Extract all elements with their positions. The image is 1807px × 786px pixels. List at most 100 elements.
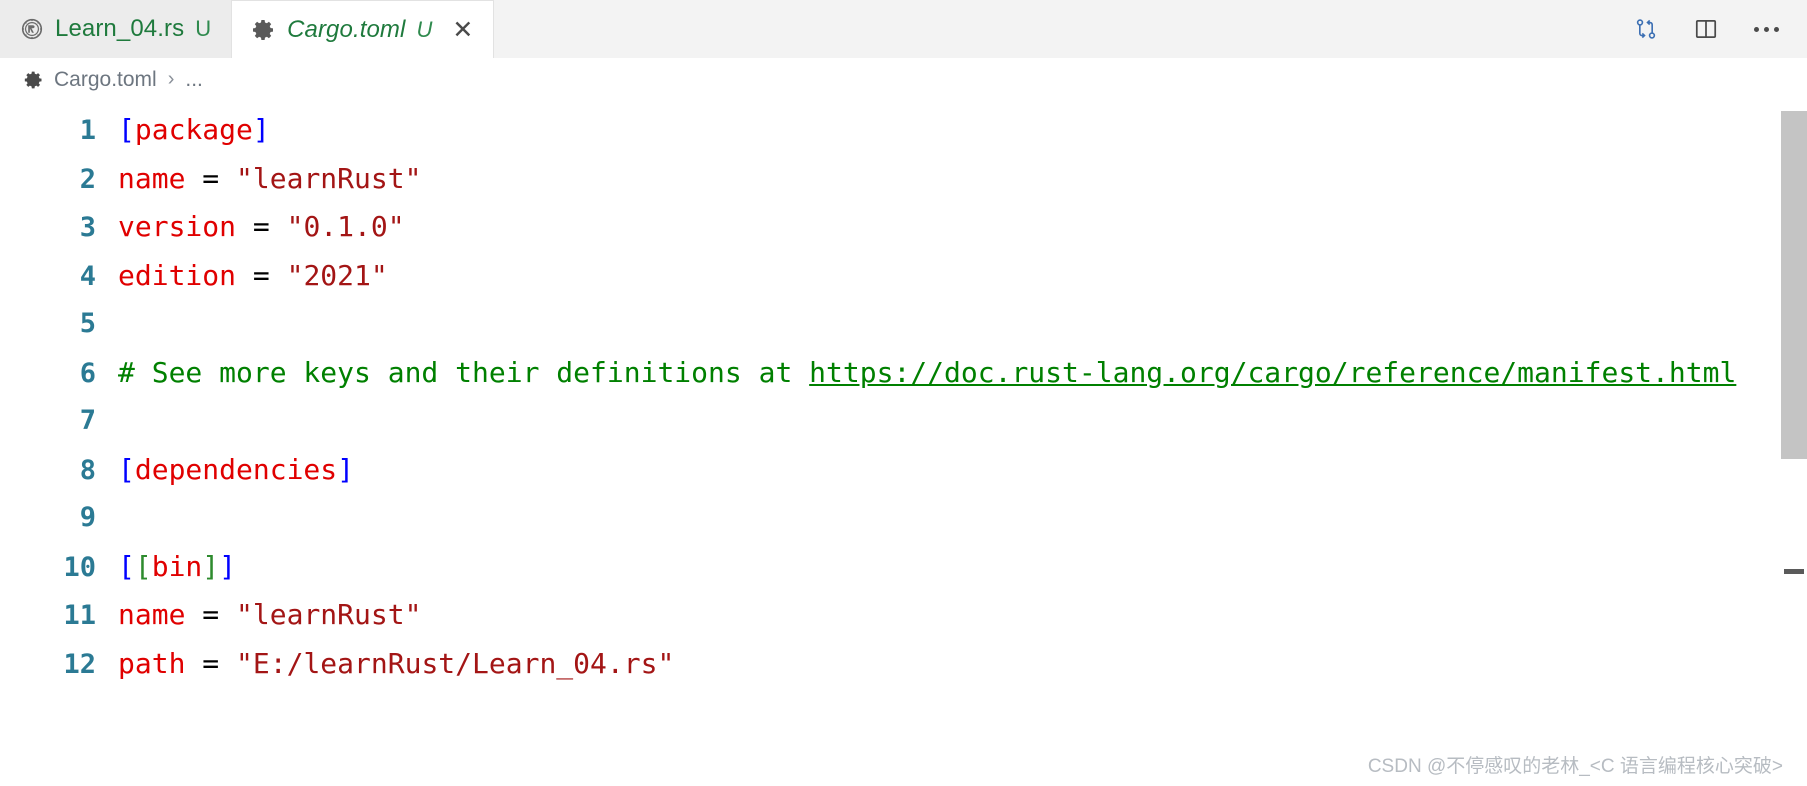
line-number: 3	[79, 212, 96, 243]
gear-icon	[23, 69, 45, 91]
code-token: version	[118, 210, 237, 243]
tab-label: Learn_04.rs	[55, 15, 185, 42]
tab-label: Cargo.toml	[287, 15, 406, 43]
code-link[interactable]: https://doc.rust-lang.org/cargo/referenc…	[809, 356, 1736, 389]
code-token: [	[118, 549, 135, 583]
tab-cargo-toml[interactable]: Cargo.toml U ✕	[232, 0, 495, 58]
vscode-editor-window: Learn_04.rs U Cargo.toml U ✕ Cargo.toml …	[0, 0, 1807, 786]
code-token: [	[134, 549, 152, 583]
code-token: bin	[151, 549, 203, 583]
line-number: 2	[79, 163, 96, 195]
code-token: "2021"	[286, 258, 388, 292]
tab-status-badge: U	[416, 16, 433, 42]
code-token: name	[118, 161, 186, 195]
rust-logo-icon	[20, 17, 44, 41]
code-token: "learnRust"	[236, 161, 422, 195]
code-line-content[interactable]: [package]	[118, 106, 1807, 155]
code-token: package	[134, 113, 253, 146]
code-line[interactable]: 1 [package]	[0, 106, 1807, 155]
code-line-content[interactable]: [[bin]]	[118, 543, 1807, 592]
code-token: =	[202, 598, 220, 631]
code-lines[interactable]: 1 [package] 2 name = "learnRust" 3 version = …	[0, 101, 1807, 688]
line-number: 7	[79, 405, 96, 436]
breadcrumb-file[interactable]: Cargo.toml	[54, 68, 157, 92]
code-line[interactable]: 10 [[bin]]	[0, 543, 1807, 592]
code-line[interactable]: 4 edition = "2021"	[0, 252, 1807, 301]
code-line-content[interactable]: name = "learnRust"	[118, 591, 1807, 640]
chevron-right-icon: ›	[167, 68, 175, 90]
line-number: 11	[63, 600, 96, 631]
breadcrumb-symbol-ellipsis[interactable]: ...	[185, 68, 203, 92]
code-token: [	[118, 113, 135, 146]
code-token: "E:/learnRust/Learn_04.rs"	[236, 646, 675, 680]
code-line[interactable]: 3 version = "0.1.0"	[0, 203, 1807, 252]
close-icon[interactable]: ✕	[452, 17, 473, 42]
code-line[interactable]: 8 [dependencies]	[0, 446, 1807, 495]
tab-learn-04-rs[interactable]: Learn_04.rs U	[0, 0, 233, 58]
code-line-content[interactable]: edition = "2021"	[118, 252, 1807, 301]
code-token: =	[202, 161, 220, 195]
code-token: name	[118, 598, 186, 631]
code-token: "0.1.0"	[286, 210, 405, 243]
editor-actions	[1629, 0, 1807, 58]
line-number: 4	[79, 260, 96, 292]
code-line-content[interactable]: [dependencies]	[118, 446, 1807, 495]
code-line-content[interactable]: name = "learnRust"	[118, 155, 1807, 204]
vertical-scrollbar-thumb[interactable]	[1781, 111, 1807, 459]
code-token: "learnRust"	[236, 598, 422, 631]
code-line[interactable]: 6 # See more keys and their definitions a…	[0, 349, 1807, 398]
dot	[1763, 26, 1769, 32]
code-token: dependencies	[134, 452, 338, 486]
code-token: =	[202, 646, 220, 680]
line-number: 6	[79, 357, 96, 389]
line-number: 1	[79, 115, 96, 146]
line-number: 9	[79, 502, 96, 533]
tab-list: Learn_04.rs U Cargo.toml U ✕	[0, 0, 495, 58]
code-token: =	[252, 258, 270, 292]
code-line[interactable]: 12 path = "E:/learnRust/Learn_04.rs"	[0, 640, 1807, 689]
code-line[interactable]: 9	[0, 494, 1807, 543]
code-token: [	[118, 452, 135, 486]
line-number: 12	[63, 648, 96, 680]
code-token: path	[118, 646, 186, 680]
code-token: edition	[118, 258, 237, 292]
scrollbar-decoration-mark	[1784, 569, 1804, 574]
tab-status-badge: U	[195, 16, 212, 41]
code-line-content[interactable]: version = "0.1.0"	[118, 203, 1807, 252]
code-token: # See more keys and their definitions at	[118, 355, 810, 389]
line-number: 10	[63, 551, 96, 583]
code-line[interactable]: 5	[0, 300, 1807, 349]
code-line-content[interactable]: # See more keys and their definitions at…	[118, 349, 1807, 398]
dot	[1753, 26, 1759, 32]
code-line[interactable]: 7	[0, 397, 1807, 446]
watermark-text: CSDN @不停感叹的老林_<C 语言编程核心突破>	[1367, 756, 1783, 777]
breadcrumb: Cargo.toml › ...	[0, 58, 1807, 101]
line-number: 5	[79, 308, 96, 339]
vertical-scrollbar[interactable]	[1781, 101, 1807, 786]
code-line-content[interactable]: path = "E:/learnRust/Learn_04.rs"	[118, 640, 1807, 689]
editor-tab-bar: Learn_04.rs U Cargo.toml U ✕	[0, 0, 1807, 58]
code-editor[interactable]: 1 [package] 2 name = "learnRust" 3 version = …	[0, 101, 1807, 786]
gear-icon	[252, 18, 276, 42]
code-line[interactable]: 11 name = "learnRust"	[0, 591, 1807, 640]
code-token: =	[252, 210, 270, 243]
more-actions-icon[interactable]	[1749, 12, 1783, 46]
code-token: ]	[219, 549, 237, 583]
line-number: 8	[79, 454, 96, 486]
code-token: ]	[337, 452, 355, 486]
source-control-compare-icon[interactable]	[1629, 12, 1663, 46]
code-line[interactable]: 2 name = "learnRust"	[0, 155, 1807, 204]
split-editor-icon[interactable]	[1689, 12, 1723, 46]
code-token: ]	[252, 113, 270, 146]
code-token: ]	[202, 549, 220, 583]
